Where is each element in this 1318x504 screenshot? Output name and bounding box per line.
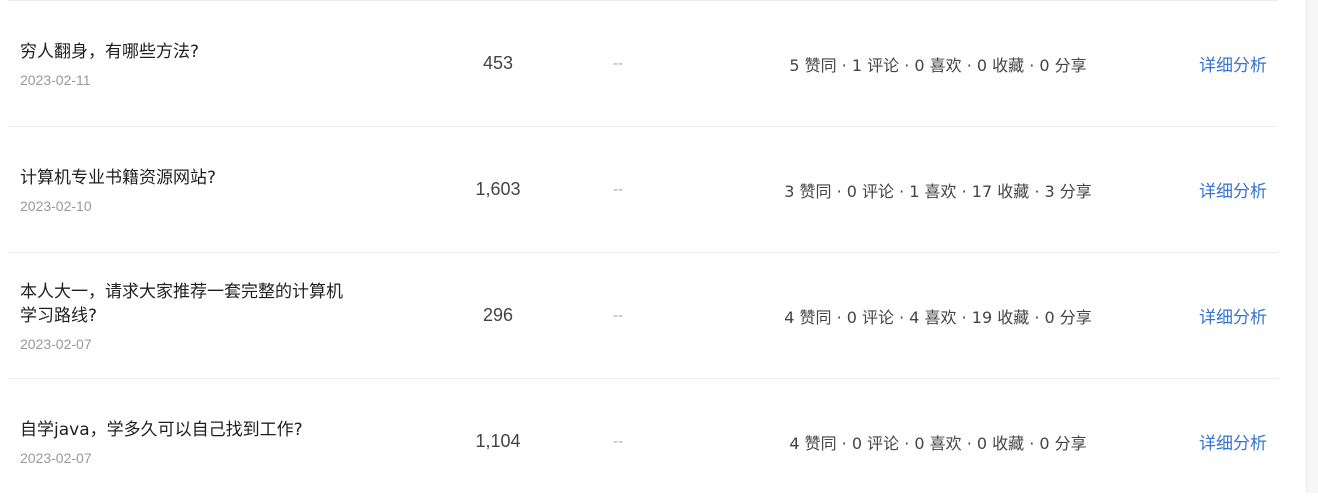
title-cell: 穷人翻身，有哪些方法? 2023-02-11 bbox=[20, 1, 350, 126]
question-title[interactable]: 本人大一，请求大家推荐一套完整的计算机学习路线? bbox=[20, 280, 350, 328]
question-title[interactable]: 计算机专业书籍资源网站? bbox=[20, 166, 350, 190]
question-date: 2023-02-07 bbox=[20, 335, 92, 352]
content-panel: 穷人翻身，有哪些方法? 2023-02-11 453 -- 5 赞同 · 1 评… bbox=[0, 0, 1306, 493]
scrollbar-track[interactable] bbox=[1306, 0, 1318, 493]
empty-metric: -- bbox=[613, 307, 623, 324]
view-count: 453 bbox=[482, 53, 514, 73]
title-cell: 本人大一，请求大家推荐一套完整的计算机学习路线? 2023-02-07 bbox=[20, 253, 350, 378]
engagement-stats: 5 赞同 · 1 评论 · 0 喜欢 · 0 收藏 · 0 分享 bbox=[789, 55, 1087, 75]
question-title[interactable]: 自学java，学多久可以自己找到工作? bbox=[20, 418, 350, 442]
view-count: 1,603 bbox=[475, 179, 521, 199]
empty-metric: -- bbox=[613, 55, 623, 72]
engagement-stats: 3 赞同 · 0 评论 · 1 喜欢 · 17 收藏 · 3 分享 bbox=[784, 181, 1092, 201]
answers-table: 穷人翻身，有哪些方法? 2023-02-11 453 -- 5 赞同 · 1 评… bbox=[8, 1, 1278, 504]
view-count: 1,104 bbox=[475, 431, 521, 451]
question-date: 2023-02-10 bbox=[20, 197, 92, 214]
detail-analysis-link[interactable]: 详细分析 bbox=[1199, 51, 1267, 76]
action-cell: 详细分析 bbox=[1178, 1, 1288, 126]
title-cell: 自学java，学多久可以自己找到工作? 2023-02-07 bbox=[20, 379, 350, 504]
table-row: 本人大一，请求大家推荐一套完整的计算机学习路线? 2023-02-07 296 … bbox=[8, 253, 1278, 379]
table-row: 计算机专业书籍资源网站? 2023-02-10 1,603 -- 3 赞同 · … bbox=[8, 127, 1278, 253]
engagement-stats: 4 赞同 · 0 评论 · 0 喜欢 · 0 收藏 · 0 分享 bbox=[789, 433, 1087, 453]
empty-metric: -- bbox=[613, 433, 623, 450]
empty-metric: -- bbox=[613, 181, 623, 198]
action-cell: 详细分析 bbox=[1178, 127, 1288, 252]
detail-analysis-link[interactable]: 详细分析 bbox=[1199, 177, 1267, 202]
table-row: 穷人翻身，有哪些方法? 2023-02-11 453 -- 5 赞同 · 1 评… bbox=[8, 1, 1278, 127]
action-cell: 详细分析 bbox=[1178, 253, 1288, 378]
question-title[interactable]: 穷人翻身，有哪些方法? bbox=[20, 40, 350, 64]
engagement-stats: 4 赞同 · 0 评论 · 4 喜欢 · 19 收藏 · 0 分享 bbox=[784, 307, 1092, 327]
question-date: 2023-02-11 bbox=[20, 71, 91, 88]
detail-analysis-link[interactable]: 详细分析 bbox=[1199, 429, 1267, 454]
detail-analysis-link[interactable]: 详细分析 bbox=[1199, 303, 1267, 328]
table-row: 自学java，学多久可以自己找到工作? 2023-02-07 1,104 -- … bbox=[8, 379, 1278, 504]
question-date: 2023-02-07 bbox=[20, 449, 92, 466]
action-cell: 详细分析 bbox=[1178, 379, 1288, 504]
title-cell: 计算机专业书籍资源网站? 2023-02-10 bbox=[20, 127, 350, 252]
view-count: 296 bbox=[482, 305, 514, 325]
